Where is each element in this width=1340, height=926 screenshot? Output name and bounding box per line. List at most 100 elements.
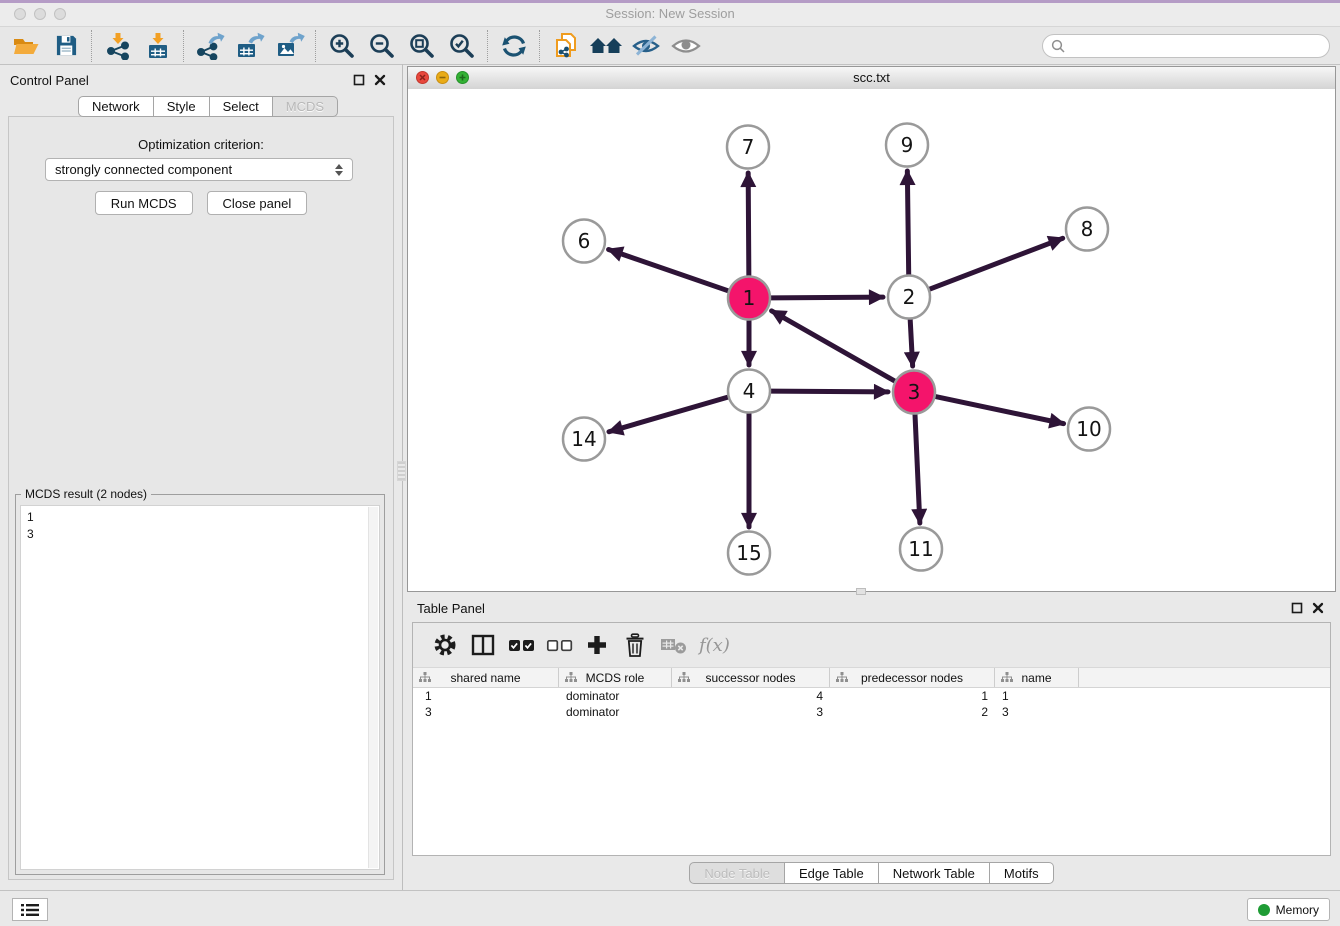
graph-edge-4-3[interactable] <box>771 391 888 392</box>
refresh-view-button[interactable] <box>494 29 534 63</box>
table-cell[interactable]: 2 <box>830 705 995 719</box>
export-image-button[interactable] <box>270 29 310 63</box>
column-header[interactable]: shared name <box>413 668 559 687</box>
checked-boxes-icon <box>508 637 535 653</box>
tab-motifs[interactable]: Motifs <box>990 862 1054 884</box>
tab-network-table[interactable]: Network Table <box>879 862 990 884</box>
table-panel-header: Table Panel <box>407 596 1336 620</box>
search-input[interactable] <box>1070 38 1321 54</box>
result-scrollbar[interactable] <box>368 507 378 868</box>
table-cell[interactable]: 4 <box>672 689 830 703</box>
graph-node-14[interactable]: 14 <box>563 418 605 461</box>
column-header[interactable]: name <box>995 668 1079 687</box>
run-mcds-button[interactable]: Run MCDS <box>95 191 193 215</box>
unselect-all-columns-button[interactable] <box>541 626 577 664</box>
show-all-button[interactable] <box>666 29 706 63</box>
column-header[interactable]: predecessor nodes <box>830 668 995 687</box>
split-table-button[interactable] <box>465 626 501 664</box>
graph-node-4[interactable]: 4 <box>728 370 770 413</box>
graph-edge-3-10[interactable] <box>936 397 1064 424</box>
memory-button[interactable]: Memory <box>1247 898 1330 921</box>
horizontal-divider-grip[interactable] <box>856 588 866 595</box>
graph-node-7[interactable]: 7 <box>727 126 769 169</box>
table-cell[interactable]: 3 <box>413 705 559 719</box>
clone-network-button[interactable] <box>546 29 586 63</box>
save-session-button[interactable] <box>46 29 86 63</box>
column-header[interactable]: MCDS role <box>559 668 672 687</box>
zoom-selected-button[interactable] <box>442 29 482 63</box>
close-panel-button[interactable]: Close panel <box>207 191 308 215</box>
export-table-button[interactable] <box>230 29 270 63</box>
table-panel-title: Table Panel <box>417 601 485 616</box>
graph-edge-3-1[interactable] <box>772 311 895 381</box>
table-cell[interactable]: 1 <box>995 689 1079 703</box>
import-table-button[interactable] <box>138 29 178 63</box>
tab-edge-table[interactable]: Edge Table <box>785 862 879 884</box>
zoom-out-button[interactable] <box>362 29 402 63</box>
open-folder-icon <box>12 34 40 58</box>
table-row[interactable]: 3dominator323 <box>413 704 1330 720</box>
tab-mcds[interactable]: MCDS <box>273 96 338 117</box>
graph-node-3[interactable]: 3 <box>893 371 935 414</box>
zoom-in-button[interactable] <box>322 29 362 63</box>
tab-node-table[interactable]: Node Table <box>689 862 785 884</box>
float-panel-icon[interactable] <box>1291 602 1303 614</box>
graph-edge-1-7[interactable] <box>748 173 749 276</box>
mcds-result-area[interactable]: 1 3 <box>20 505 380 870</box>
open-session-button[interactable] <box>6 29 46 63</box>
tab-select[interactable]: Select <box>210 96 273 117</box>
column-type-icon <box>678 672 690 683</box>
graph-node-15[interactable]: 15 <box>728 532 770 575</box>
graph-edge-2-9[interactable] <box>907 171 908 275</box>
table-cell[interactable]: dominator <box>559 689 672 703</box>
graph-node-6[interactable]: 6 <box>563 220 605 263</box>
select-all-columns-button[interactable] <box>503 626 539 664</box>
criterion-dropdown[interactable]: strongly connected component <box>45 158 353 181</box>
graph-edge-2-8[interactable] <box>930 238 1063 289</box>
panel-divider-grip[interactable] <box>397 461 406 481</box>
network-canvas[interactable]: 7 9 6 8 1 2 4 3 14 10 15 11 <box>408 89 1335 591</box>
export-network-button[interactable] <box>190 29 230 63</box>
hide-selected-button[interactable] <box>626 29 666 63</box>
tab-style[interactable]: Style <box>154 96 210 117</box>
graph-edge-1-2[interactable] <box>771 297 883 298</box>
graph-edge-1-6[interactable] <box>609 249 729 290</box>
import-network-button[interactable] <box>98 29 138 63</box>
table-row[interactable]: 1dominator411 <box>413 688 1330 704</box>
first-neighbors-button[interactable] <box>586 29 626 63</box>
graph-node-8[interactable]: 8 <box>1066 208 1108 251</box>
graph-edge-2-3[interactable] <box>910 319 912 366</box>
graph-node-10[interactable]: 10 <box>1068 408 1110 451</box>
toolbar-separator <box>183 30 185 62</box>
graph-node-2[interactable]: 2 <box>888 276 930 319</box>
control-panel-tabs: Network Style Select MCDS <box>78 96 338 117</box>
table-cell[interactable]: 1 <box>413 689 559 703</box>
table-cell[interactable]: dominator <box>559 705 672 719</box>
fit-content-button[interactable] <box>402 29 442 63</box>
table-cell[interactable]: 3 <box>672 705 830 719</box>
close-panel-icon[interactable] <box>374 74 386 86</box>
graph-edge-4-14[interactable] <box>609 397 728 432</box>
table-settings-button[interactable] <box>427 626 463 664</box>
column-type-icon <box>419 672 431 683</box>
task-history-button[interactable] <box>12 898 48 921</box>
application-window: Session: New Session Control Panel <box>0 0 1340 926</box>
graph-edge-3-11[interactable] <box>915 414 920 523</box>
column-type-icon <box>1001 672 1013 683</box>
create-column-button[interactable] <box>579 626 615 664</box>
graph-node-11[interactable]: 11 <box>900 528 942 571</box>
table-cell[interactable]: 1 <box>830 689 995 703</box>
float-panel-icon[interactable] <box>353 74 365 86</box>
delete-column-button[interactable] <box>617 626 653 664</box>
graph-node-9[interactable]: 9 <box>886 124 928 167</box>
plus-icon <box>586 634 608 656</box>
svg-text:2: 2 <box>903 285 916 309</box>
refresh-icon <box>500 33 528 59</box>
graph-node-1[interactable]: 1 <box>728 277 770 320</box>
close-panel-icon[interactable] <box>1312 602 1324 614</box>
column-header[interactable]: successor nodes <box>672 668 830 687</box>
table-cell[interactable]: 3 <box>995 705 1079 719</box>
eye-slash-icon <box>631 34 661 58</box>
network-graph[interactable]: 7 9 6 8 1 2 4 3 14 10 15 11 <box>408 89 1335 592</box>
tab-network[interactable]: Network <box>78 96 154 117</box>
